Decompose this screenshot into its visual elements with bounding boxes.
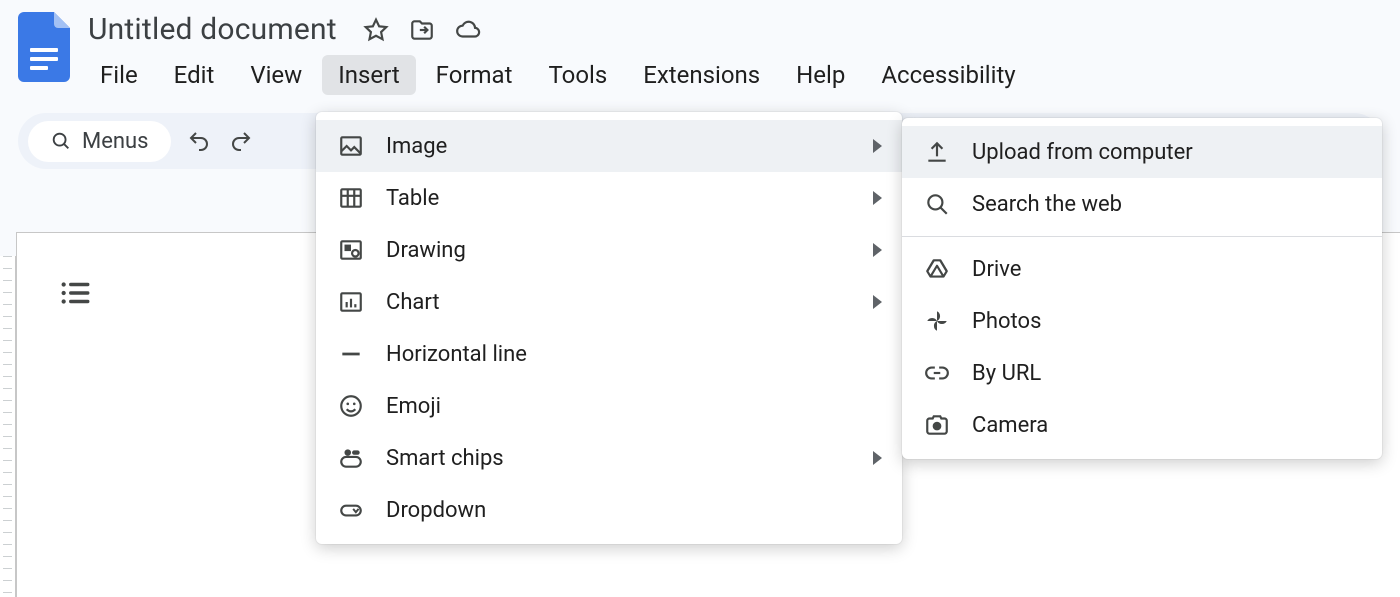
submenu-arrow-icon (873, 295, 882, 309)
insert-dropdown[interactable]: Dropdown (316, 484, 902, 536)
menu-extensions[interactable]: Extensions (627, 55, 776, 95)
insert-drawing-label: Drawing (386, 238, 466, 263)
photos-icon (924, 308, 950, 334)
insert-drawing[interactable]: Drawing (316, 224, 902, 276)
menus-label: Menus (82, 129, 149, 154)
insert-horizontal-line[interactable]: Horizontal line (316, 328, 902, 380)
menus-search[interactable]: Menus (28, 121, 171, 162)
chart-icon (338, 289, 364, 315)
image-camera[interactable]: Camera (902, 399, 1382, 451)
menu-accessibility[interactable]: Accessibility (865, 55, 1031, 95)
menu-insert[interactable]: Insert (322, 55, 415, 95)
undo-button[interactable] (185, 127, 213, 155)
submenu-arrow-icon (873, 451, 882, 465)
image-photos[interactable]: Photos (902, 295, 1382, 347)
menu-file[interactable]: File (84, 55, 154, 95)
link-icon (924, 360, 950, 386)
image-photos-label: Photos (972, 309, 1041, 334)
insert-emoji[interactable]: Emoji (316, 380, 902, 432)
insert-dropdown-label: Dropdown (386, 498, 486, 523)
search-icon (924, 191, 950, 217)
menu-view[interactable]: View (234, 55, 318, 95)
menu-tools[interactable]: Tools (532, 55, 623, 95)
submenu-arrow-icon (873, 191, 882, 205)
image-drive[interactable]: Drive (902, 243, 1382, 295)
insert-smart-chips[interactable]: Smart chips (316, 432, 902, 484)
insert-emoji-label: Emoji (386, 394, 441, 419)
move-icon[interactable] (409, 17, 435, 43)
image-submenu: Upload from computer Search the web Driv… (902, 118, 1382, 459)
header: Untitled document File Edit View Insert … (0, 0, 1400, 95)
insert-table[interactable]: Table (316, 172, 902, 224)
insert-smart-chips-label: Smart chips (386, 446, 504, 471)
menu-help[interactable]: Help (780, 55, 861, 95)
docs-logo[interactable] (18, 12, 70, 82)
upload-icon (924, 139, 950, 165)
menu-edit[interactable]: Edit (158, 55, 231, 95)
dropdown-icon (338, 497, 364, 523)
image-icon (338, 133, 364, 159)
title-row: Untitled document (84, 10, 1032, 49)
insert-image-label: Image (386, 134, 447, 159)
submenu-arrow-icon (873, 243, 882, 257)
redo-button[interactable] (227, 127, 255, 155)
table-icon (338, 185, 364, 211)
search-icon (50, 130, 72, 152)
image-camera-label: Camera (972, 413, 1048, 438)
insert-menu: Image Table Drawing Chart Horizontal lin… (316, 112, 902, 544)
camera-icon (924, 412, 950, 438)
submenu-arrow-icon (873, 139, 882, 153)
star-icon[interactable] (363, 17, 389, 43)
title-icons (363, 17, 481, 43)
document-title[interactable]: Untitled document (84, 10, 341, 49)
insert-image[interactable]: Image (316, 120, 902, 172)
menu-separator (902, 236, 1382, 237)
smart-chips-icon (338, 445, 364, 471)
insert-table-label: Table (386, 186, 439, 211)
horizontal-line-icon (338, 341, 364, 367)
insert-horizontal-line-label: Horizontal line (386, 342, 527, 367)
insert-chart[interactable]: Chart (316, 276, 902, 328)
image-drive-label: Drive (972, 257, 1021, 282)
drawing-icon (338, 237, 364, 263)
image-search-label: Search the web (972, 192, 1122, 217)
menu-format[interactable]: Format (420, 55, 529, 95)
title-area: Untitled document File Edit View Insert … (84, 10, 1032, 95)
cloud-status-icon[interactable] (455, 17, 481, 43)
image-by-url-label: By URL (972, 361, 1041, 386)
image-upload-label: Upload from computer (972, 140, 1193, 165)
emoji-icon (338, 393, 364, 419)
image-by-url[interactable]: By URL (902, 347, 1382, 399)
outline-icon[interactable] (58, 276, 92, 310)
insert-chart-label: Chart (386, 290, 440, 315)
image-upload-from-computer[interactable]: Upload from computer (902, 126, 1382, 178)
image-search-web[interactable]: Search the web (902, 178, 1382, 230)
menubar: File Edit View Insert Format Tools Exten… (84, 55, 1032, 95)
drive-icon (924, 256, 950, 282)
vertical-ruler (0, 256, 16, 597)
